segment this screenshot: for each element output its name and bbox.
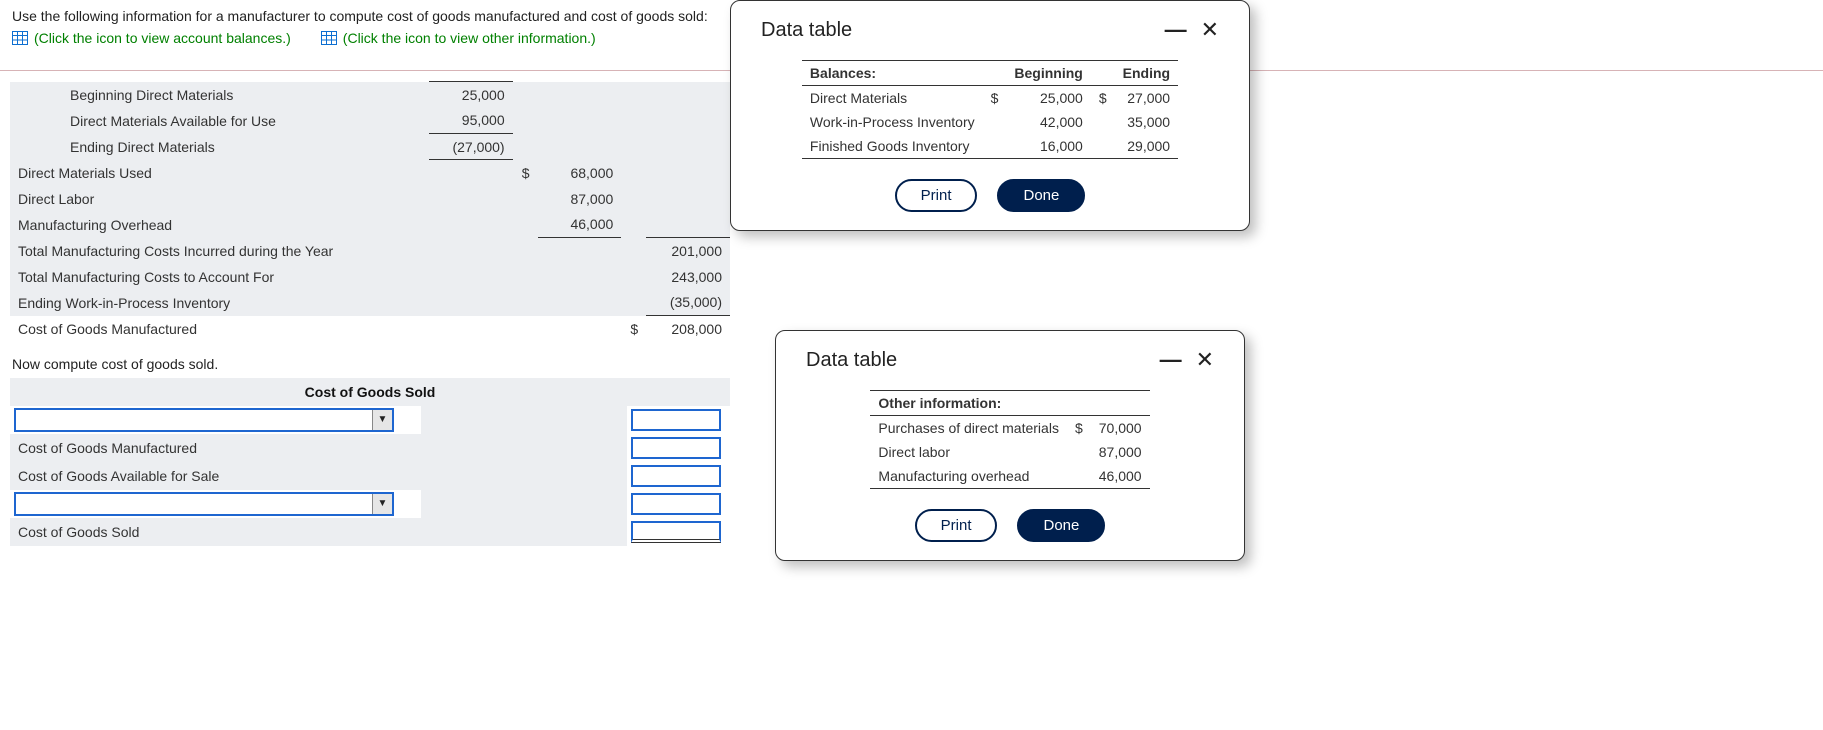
- balance-beginning: 42,000: [1006, 110, 1090, 134]
- schedule-value: [538, 316, 622, 342]
- col-balances: Balances:: [802, 61, 983, 86]
- col-beginning: Beginning: [1006, 61, 1090, 86]
- schedule-label: Direct Materials Used: [10, 160, 429, 186]
- done-button[interactable]: Done: [1017, 509, 1105, 542]
- print-button[interactable]: Print: [915, 509, 998, 542]
- minimize-icon[interactable]: —: [1165, 19, 1187, 41]
- schedule-label: Ending Direct Materials: [10, 134, 429, 160]
- balances-data-table: Balances: Beginning Ending Direct Materi…: [802, 60, 1178, 159]
- schedule-value: [429, 212, 513, 238]
- col-ending: Ending: [1115, 61, 1178, 86]
- balance-beginning: 16,000: [1006, 134, 1090, 159]
- balance-row-label: Finished Goods Inventory: [802, 134, 983, 159]
- schedule-value: [646, 186, 730, 212]
- cogs-value-input[interactable]: [631, 465, 721, 487]
- schedule-value: [538, 290, 622, 316]
- schedule-value: 243,000: [646, 264, 730, 290]
- schedule-label: Cost of Goods Manufactured: [10, 316, 429, 342]
- schedule-value: 25,000: [429, 82, 513, 108]
- print-button[interactable]: Print: [895, 179, 978, 212]
- view-other-info-link[interactable]: (Click the icon to view other informatio…: [321, 30, 596, 46]
- schedule-value: [646, 160, 730, 186]
- modal-title: Data table: [806, 349, 897, 372]
- cogs-value-input[interactable]: [631, 493, 721, 515]
- other-info-value: 46,000: [1091, 464, 1150, 489]
- minimize-icon[interactable]: —: [1160, 349, 1182, 371]
- modal-title: Data table: [761, 19, 852, 42]
- schedule-label: Total Manufacturing Costs to Account For: [10, 264, 429, 290]
- other-info-value: 87,000: [1091, 440, 1150, 464]
- schedule-value: [429, 238, 513, 264]
- other-info-value: 70,000: [1091, 416, 1150, 441]
- schedule-value: [538, 134, 622, 160]
- table-icon: [321, 31, 337, 45]
- cogs-value-input[interactable]: [631, 409, 721, 431]
- schedule-value: [646, 212, 730, 238]
- table-icon: [12, 31, 28, 45]
- schedule-value: [538, 108, 622, 134]
- other-info-label: Direct labor: [870, 440, 1067, 464]
- done-button[interactable]: Done: [997, 179, 1085, 212]
- cogs-label-select[interactable]: ▼: [14, 408, 394, 432]
- view-balances-link[interactable]: (Click the icon to view account balances…: [12, 30, 291, 46]
- close-icon[interactable]: ✕: [1201, 19, 1219, 41]
- cogs-label: Cost of Goods Available for Sale: [10, 462, 421, 490]
- balance-row-label: Direct Materials: [802, 86, 983, 111]
- balance-beginning: 25,000: [1006, 86, 1090, 111]
- sub-instruction: Now compute cost of goods sold.: [12, 356, 730, 372]
- view-balances-label: (Click the icon to view account balances…: [34, 30, 291, 46]
- schedule-value: (35,000): [646, 290, 730, 316]
- cogs-label: Cost of Goods Manufactured: [10, 434, 421, 462]
- schedule-value: [538, 82, 622, 108]
- cogs-label-select[interactable]: ▼: [14, 492, 394, 516]
- other-info-head: Other information:: [870, 391, 1149, 416]
- schedule-value: [538, 238, 622, 264]
- schedule-value: 68,000: [538, 160, 622, 186]
- balances-modal: Data table — ✕ Balances: Beginning Endin…: [730, 0, 1250, 231]
- chevron-down-icon[interactable]: ▼: [372, 494, 392, 514]
- cogm-schedule: Beginning Direct Materials25,000Direct M…: [10, 81, 730, 342]
- schedule-label: Total Manufacturing Costs Incurred durin…: [10, 238, 429, 264]
- cogs-label: Cost of Goods Sold: [10, 518, 421, 546]
- balance-ending: 35,000: [1115, 110, 1178, 134]
- schedule-value: [646, 108, 730, 134]
- schedule-label: Ending Work-in-Process Inventory: [10, 290, 429, 316]
- other-info-data-table: Other information: Purchases of direct m…: [870, 390, 1149, 489]
- other-info-modal: Data table — ✕ Other information: Purcha…: [775, 330, 1245, 561]
- schedule-value: 201,000: [646, 238, 730, 264]
- schedule-value: [538, 264, 622, 290]
- schedule-value: [429, 316, 513, 342]
- schedule-value: [429, 186, 513, 212]
- schedule-value: 208,000: [646, 316, 730, 342]
- schedule-value: 87,000: [538, 186, 622, 212]
- work-area: Beginning Direct Materials25,000Direct M…: [10, 81, 730, 546]
- other-info-label: Purchases of direct materials: [870, 416, 1067, 441]
- balance-ending: 29,000: [1115, 134, 1178, 159]
- schedule-value: 46,000: [538, 212, 622, 238]
- schedule-value: 95,000: [429, 108, 513, 134]
- close-icon[interactable]: ✕: [1196, 349, 1214, 371]
- view-other-info-label: (Click the icon to view other informatio…: [343, 30, 596, 46]
- schedule-value: [646, 82, 730, 108]
- balance-ending: 27,000: [1115, 86, 1178, 111]
- chevron-down-icon[interactable]: ▼: [372, 410, 392, 430]
- schedule-value: [429, 290, 513, 316]
- schedule-value: [429, 264, 513, 290]
- schedule-value: (27,000): [429, 134, 513, 160]
- schedule-value: [646, 134, 730, 160]
- cogs-table: Cost of Goods Sold ▼ Cost of Goods Manufa…: [10, 378, 730, 546]
- schedule-label: Beginning Direct Materials: [10, 82, 429, 108]
- cogs-value-input[interactable]: [631, 437, 721, 459]
- cogs-header: Cost of Goods Sold: [10, 378, 730, 406]
- schedule-value: [429, 160, 513, 186]
- cogs-value-input[interactable]: [631, 521, 721, 543]
- other-info-label: Manufacturing overhead: [870, 464, 1067, 489]
- schedule-label: Direct Labor: [10, 186, 429, 212]
- schedule-label: Direct Materials Available for Use: [10, 108, 429, 134]
- schedule-label: Manufacturing Overhead: [10, 212, 429, 238]
- balance-row-label: Work-in-Process Inventory: [802, 110, 983, 134]
